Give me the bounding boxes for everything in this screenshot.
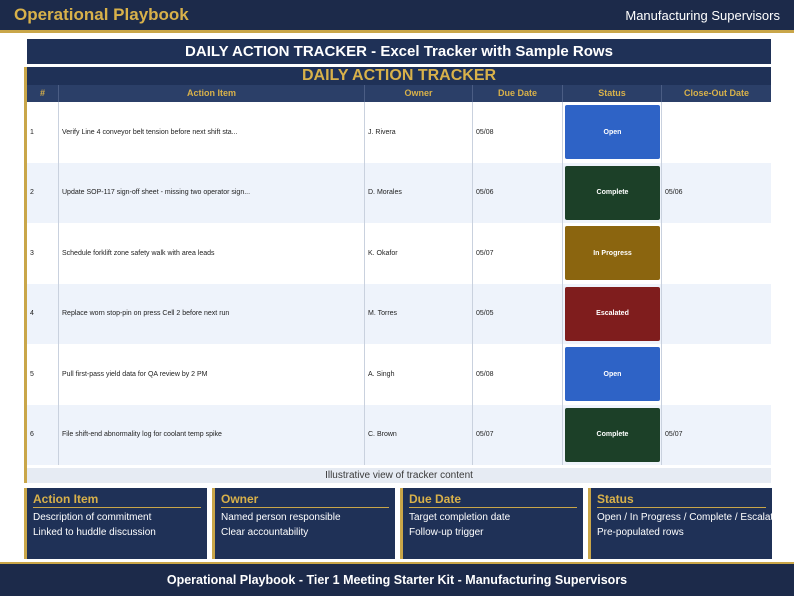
card-text: Follow-up trigger <box>409 527 484 538</box>
legend-card-status: Status Open / In Progress / Complete / E… <box>588 488 784 559</box>
column-header-close-out-date[interactable]: Close-Out Date <box>662 85 771 102</box>
card-text: Pre-populated rows <box>597 527 684 538</box>
legend-card-owner: Owner Named person responsible Clear acc… <box>212 488 395 559</box>
close-out-date-cell[interactable] <box>662 344 771 405</box>
card-text: Description of commitment <box>33 512 152 523</box>
footer-bar: Operational Playbook - Tier 1 Meeting St… <box>0 562 794 596</box>
tracker-caption: Illustrative view of tracker content <box>27 468 771 483</box>
table-row[interactable]: 3 Schedule forklift zone safety walk wit… <box>27 223 771 284</box>
due-date-cell[interactable]: 05/08 <box>473 344 563 405</box>
table-row[interactable]: 4 Replace worn stop-pin on press Cell 2 … <box>27 283 771 345</box>
card-text: Clear accountability <box>221 527 309 538</box>
column-header-status[interactable]: Status <box>563 85 662 102</box>
action-item-cell[interactable]: Verify Line 4 conveyor belt tension befo… <box>59 102 365 163</box>
column-header-due-date[interactable]: Due Date <box>473 85 563 102</box>
owner-cell[interactable]: A. Singh <box>365 344 473 405</box>
card-title: Due Date <box>409 492 462 506</box>
card-title: Status <box>597 492 634 506</box>
table-row[interactable]: 2 Update SOP-117 sign-off sheet - missin… <box>27 162 771 224</box>
close-out-date-cell[interactable] <box>662 102 771 163</box>
due-date-cell[interactable]: 05/05 <box>473 283 563 344</box>
top-bar: Operational Playbook Manufacturing Super… <box>0 0 794 30</box>
table-row[interactable]: 6 File shift-end abnormality log for coo… <box>27 404 771 466</box>
card-title: Action Item <box>33 492 99 506</box>
row-number: 2 <box>27 162 59 223</box>
legend-card-due-date: Due Date Target completion date Follow-u… <box>400 488 583 559</box>
status-badge[interactable]: In Progress <box>565 226 660 280</box>
card-text: Target completion date <box>409 512 511 523</box>
due-date-cell[interactable]: 05/08 <box>473 102 563 163</box>
status-badge[interactable]: Open <box>565 105 660 159</box>
owner-cell[interactable]: D. Morales <box>365 162 473 223</box>
action-item-cell[interactable]: Update SOP-117 sign-off sheet - missing … <box>59 162 365 223</box>
gold-divider <box>0 30 794 33</box>
owner-cell[interactable]: K. Okafor <box>365 223 473 284</box>
close-out-date-cell[interactable] <box>662 223 771 284</box>
card-divider <box>409 507 577 508</box>
action-item-cell[interactable]: File shift-end abnormality log for coola… <box>59 404 365 465</box>
owner-cell[interactable]: M. Torres <box>365 283 473 344</box>
tracker-title: DAILY ACTION TRACKER <box>27 67 771 85</box>
card-text: Named person responsible <box>221 512 341 523</box>
close-out-date-cell[interactable]: 05/07 <box>662 405 771 466</box>
status-badge[interactable]: Complete <box>565 165 660 220</box>
close-out-date-cell[interactable] <box>662 284 771 345</box>
card-text: Linked to huddle discussion <box>33 527 156 538</box>
card-divider <box>33 507 201 508</box>
legend-card-action-item: Action Item Description of commitment Li… <box>24 488 207 559</box>
status-badge[interactable]: Open <box>565 347 660 401</box>
action-item-cell[interactable]: Pull first-pass yield data for QA review… <box>59 344 365 405</box>
row-number: 1 <box>27 102 59 163</box>
row-number: 4 <box>27 283 59 344</box>
audience-label: Manufacturing Supervisors <box>625 8 780 23</box>
status-badge[interactable]: Complete <box>565 407 660 462</box>
slide-title: DAILY ACTION TRACKER - Excel Tracker wit… <box>27 39 771 64</box>
status-badge[interactable]: Escalated <box>565 286 660 341</box>
owner-cell[interactable]: C. Brown <box>365 404 473 465</box>
close-out-date-cell[interactable]: 05/06 <box>662 163 771 224</box>
action-item-cell[interactable]: Schedule forklift zone safety walk with … <box>59 223 365 284</box>
row-number: 6 <box>27 404 59 465</box>
column-header-owner[interactable]: Owner <box>365 85 473 102</box>
brand-title: Operational Playbook <box>14 5 189 24</box>
card-title: Owner <box>221 492 259 506</box>
card-divider <box>221 507 389 508</box>
column-header-number[interactable]: # <box>27 85 59 102</box>
table-row[interactable]: 5 Pull first-pass yield data for QA revi… <box>27 344 771 405</box>
column-header-action-item[interactable]: Action Item <box>59 85 365 102</box>
due-date-cell[interactable]: 05/07 <box>473 223 563 284</box>
row-number: 5 <box>27 344 59 405</box>
due-date-cell[interactable]: 05/06 <box>473 162 563 223</box>
table-header: # Action Item Owner Due Date Status Clos… <box>27 85 771 102</box>
card-text: Open / In Progress / Complete / Escalate… <box>597 512 785 523</box>
card-divider <box>597 507 766 508</box>
table-row[interactable]: 1 Verify Line 4 conveyor belt tension be… <box>27 102 771 163</box>
owner-cell[interactable]: J. Rivera <box>365 102 473 163</box>
action-item-cell[interactable]: Replace worn stop-pin on press Cell 2 be… <box>59 283 365 344</box>
due-date-cell[interactable]: 05/07 <box>473 404 563 465</box>
row-number: 3 <box>27 223 59 284</box>
